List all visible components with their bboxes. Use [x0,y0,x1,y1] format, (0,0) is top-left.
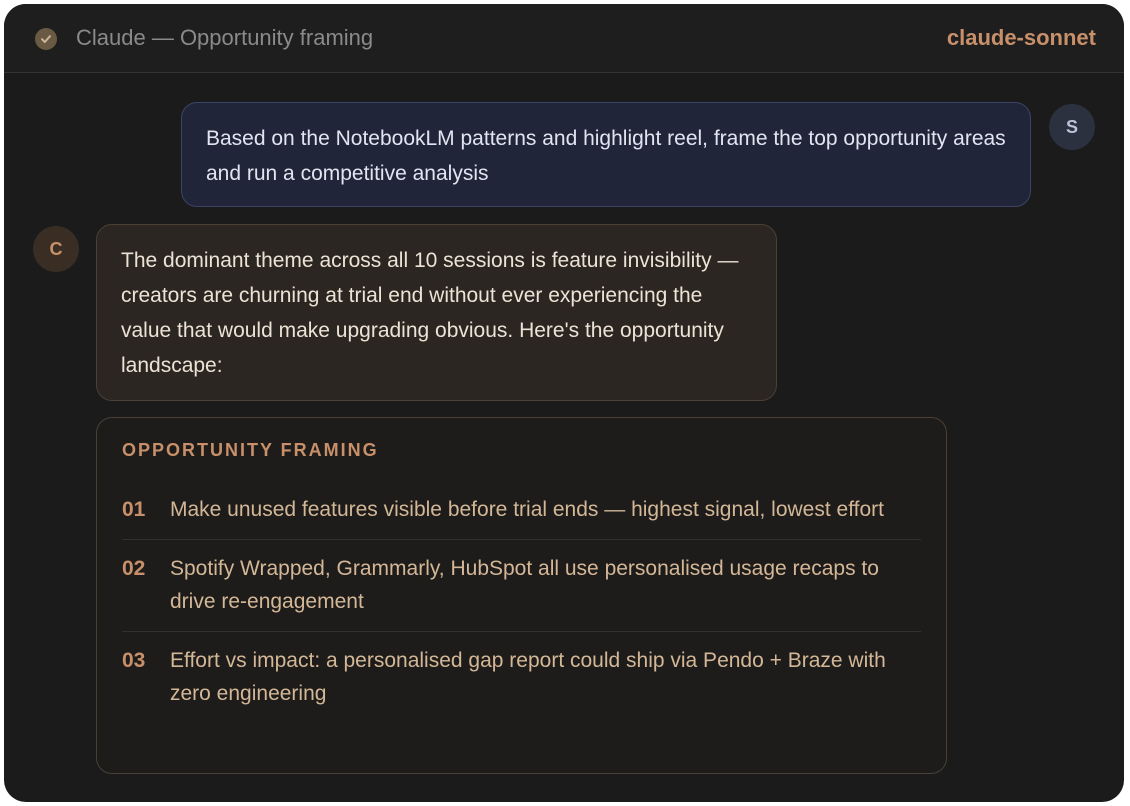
assistant-message: The dominant theme across all 10 session… [96,224,777,401]
item-text: Spotify Wrapped, Grammarly, HubSpot all … [170,557,879,613]
opportunity-card: OPPORTUNITY FRAMING 01 Make unused featu… [96,417,947,774]
card-heading: OPPORTUNITY FRAMING [122,440,379,460]
item-number: 01 [122,498,146,521]
opportunity-item: 03 Effort vs impact: a personalised gap … [122,632,921,723]
model-name[interactable]: claude-sonnet [947,25,1096,51]
item-number: 03 [122,649,146,672]
opportunity-item: 01 Make unused features visible before t… [122,481,921,540]
window-title: Claude — Opportunity framing [76,25,374,50]
check-circle-icon [35,28,57,50]
opportunity-item: 02 Spotify Wrapped, Grammarly, HubSpot a… [122,540,921,632]
item-text: Make unused features visible before tria… [170,498,884,521]
chat-window: Claude — Opportunity framing claude-sonn… [4,4,1124,802]
user-message: Based on the NotebookLM patterns and hig… [181,102,1031,207]
assistant-avatar: C [33,226,79,272]
item-number: 02 [122,557,146,580]
item-text: Effort vs impact: a personalised gap rep… [170,649,886,705]
title-bar: Claude — Opportunity framing claude-sonn… [4,4,1124,73]
user-avatar: S [1049,104,1095,150]
